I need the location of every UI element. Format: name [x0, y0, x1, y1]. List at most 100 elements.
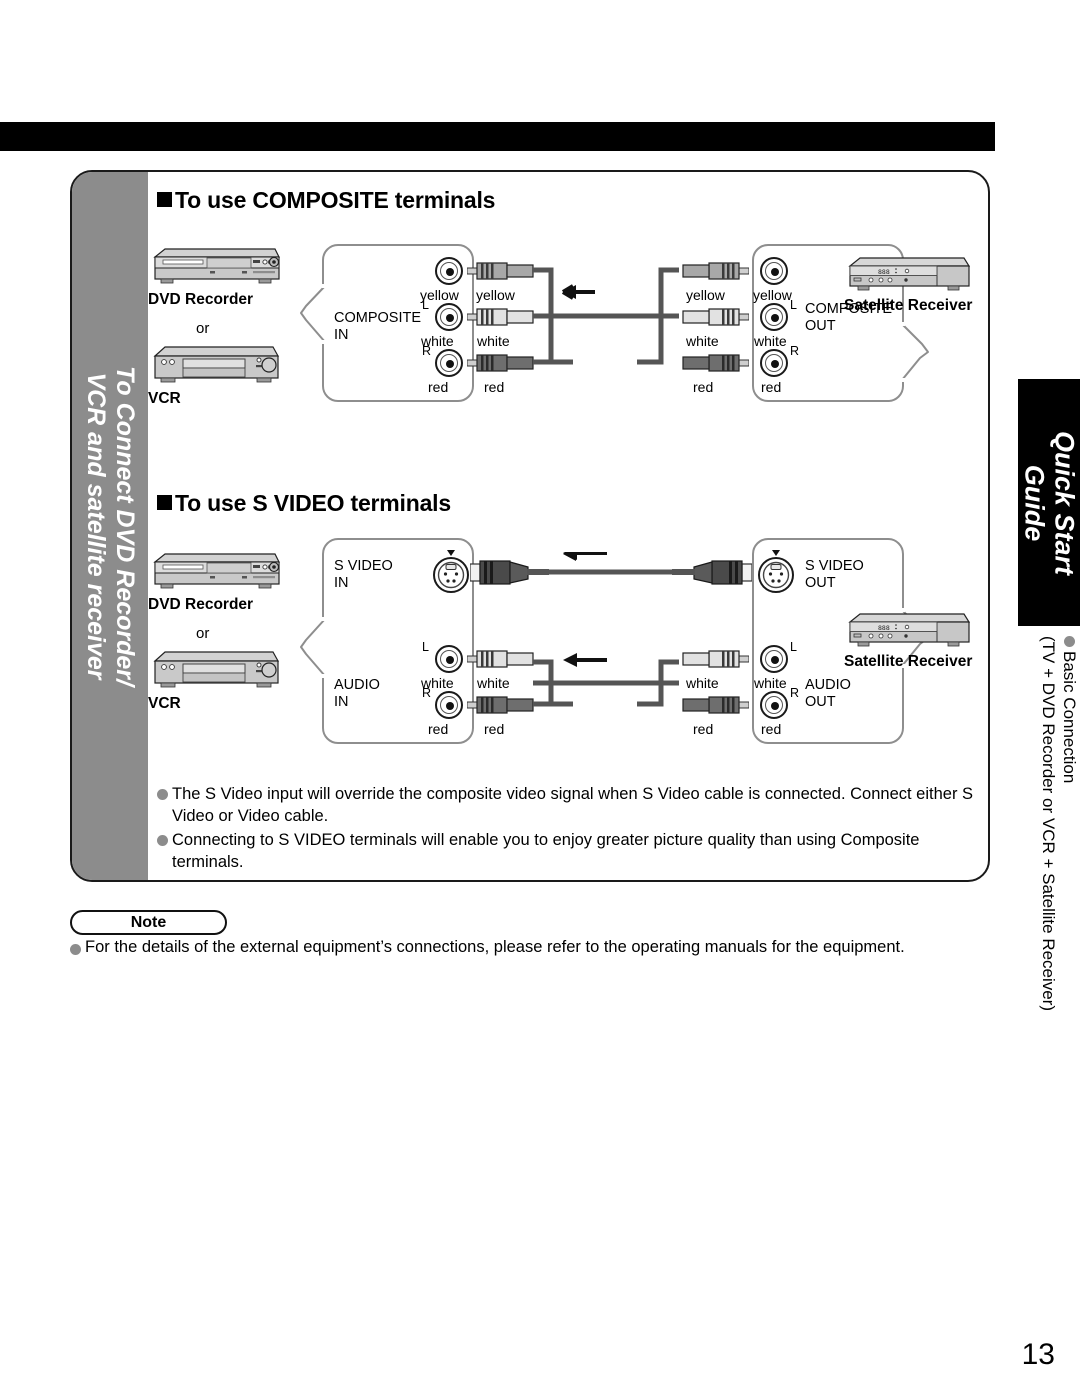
jack-lr-label-composite-out-left: L: [790, 298, 797, 312]
bullet-text-2: Connecting to S VIDEO terminals will ena…: [172, 830, 920, 871]
jack-composite-in-audio-r[interactable]: [435, 349, 463, 377]
jack-color-label-audio-out-l: white: [754, 675, 787, 691]
list-item: Connecting to S VIDEO terminals will ena…: [157, 830, 977, 874]
bullet-dot-icon: [1063, 636, 1075, 647]
chapter-side-tab: To Connect DVD Recorder/ VCR and satelli…: [72, 172, 148, 880]
plug-color-label-yellow-left-composite: yellow: [476, 287, 515, 303]
svg-text:888: 888: [878, 624, 890, 632]
jack-lr-label-audio-out-right: R: [790, 686, 800, 700]
balloon-label-composite-in: COMPOSITE IN: [334, 310, 421, 344]
jack-lr-label-audio-in-left: L: [422, 640, 429, 654]
rca-plug-white-right-svideo: [682, 650, 749, 668]
quick-start-tab-line2: Guide: [1020, 464, 1050, 541]
svideo-plug-right: [672, 560, 752, 585]
plug-color-label-white-left-composite: white: [477, 333, 510, 349]
square-bullet-icon-2: [157, 495, 172, 510]
jack-lr-label-composite-in-left: L: [422, 298, 429, 312]
balloon-label-composite-out-l2: OUT: [805, 318, 836, 335]
rca-plug-red-right-svideo: [682, 696, 749, 714]
jack-lr-label-audio-out-left: L: [790, 640, 797, 654]
jack-composite-out-audio-r[interactable]: [760, 349, 788, 377]
rca-plug-white-right-composite: [682, 308, 749, 326]
bullet-dot-icon: [157, 834, 168, 846]
balloon-label-svideo-in-l2: IN: [334, 575, 349, 592]
plug-color-label-yellow-right-composite: yellow: [686, 287, 725, 303]
note-title-badge: Note: [70, 910, 227, 935]
bullet-dot-icon: [157, 789, 168, 800]
svideo-jack-in[interactable]: [429, 550, 473, 596]
bullet-dot-icon: [70, 944, 81, 955]
plug-color-label-red-left-composite: red: [484, 379, 505, 395]
satellite-receiver-illustration-svideo: 888: [848, 613, 971, 647]
dvd-recorder-illustration: [153, 248, 280, 284]
balloon-label-audio-out-l2: OUT: [805, 694, 836, 711]
chapter-side-tab-text: To Connect DVD Recorder/ VCR and satelli…: [81, 366, 139, 686]
or-label-composite: or: [196, 320, 210, 337]
jack-audio-out-r[interactable]: [760, 691, 788, 719]
jack-composite-in-video[interactable]: [435, 257, 463, 285]
side-note-basic-connection: Basic Connection (TV + DVD Recorder or V…: [1006, 636, 1080, 1136]
balloon-label-svideo-in: S VIDEO IN: [334, 558, 393, 592]
section-heading-composite-text: To use COMPOSITE terminals: [175, 187, 496, 213]
balloon-pointer-composite-out: [900, 322, 929, 382]
jack-composite-out-audio-l[interactable]: [760, 303, 788, 331]
page-number: 13: [1021, 1338, 1055, 1371]
balloon-label-audio-in-l2: IN: [334, 694, 349, 711]
balloon-label-svideo-out-l2: OUT: [805, 575, 836, 592]
side-note-basic-connection-inner: Basic Connection (TV + DVD Recorder or V…: [1038, 636, 1080, 1136]
note-body: For the details of the external equipmen…: [70, 938, 990, 957]
device-label-dvd-recorder: DVD Recorder: [148, 291, 254, 308]
svideo-jack-out[interactable]: [754, 550, 798, 596]
balloon-label-audio-in-l1: AUDIO: [334, 677, 380, 693]
plug-color-label-red-left-svideo: red: [484, 721, 505, 737]
balloon-label-audio-in: AUDIO IN: [334, 677, 380, 711]
rca-plug-red-right-composite: [682, 354, 749, 372]
satellite-receiver-illustration-composite: 888: [848, 257, 971, 291]
quick-start-guide-tab-text: Quick Start Guide: [1019, 430, 1080, 575]
cable-bundle-composite: [533, 267, 679, 365]
balloon-label-svideo-out-l1: S VIDEO: [805, 558, 864, 574]
section-heading-composite: To use COMPOSITE terminals: [157, 187, 495, 214]
or-label-svideo: or: [196, 625, 210, 642]
note-text: For the details of the external equipmen…: [85, 938, 905, 956]
svg-text:888: 888: [878, 268, 890, 276]
side-note-line1: Basic Connection: [1060, 651, 1079, 784]
jack-color-label-composite-out-video: yellow: [753, 287, 792, 303]
balloon-label-audio-out: AUDIO OUT: [805, 677, 851, 711]
vcr-illustration: [153, 346, 280, 383]
jack-lr-label-composite-in-right: R: [422, 344, 432, 358]
side-note-line2: (TV + DVD Recorder or VCR + Satellite Re…: [1038, 636, 1058, 1012]
device-label-vcr: VCR: [148, 390, 181, 407]
plug-color-label-red-right-composite: red: [693, 379, 714, 395]
jack-lr-label-composite-out-right: R: [790, 344, 800, 358]
quick-start-guide-tab: Quick Start Guide: [1018, 379, 1080, 626]
bullet-text-1: The S Video input will override the comp…: [172, 785, 974, 825]
section-heading-svideo-text: To use S VIDEO terminals: [175, 490, 451, 516]
jack-color-label-audio-in-r: red: [428, 721, 449, 737]
balloon-label-svideo-in-l1: S VIDEO: [334, 558, 393, 574]
cable-bundle-svideo: [533, 552, 679, 707]
balloon-label-composite-in-l2: IN: [334, 327, 349, 344]
list-item: The S Video input will override the comp…: [157, 784, 977, 828]
main-content-panel: To Connect DVD Recorder/ VCR and satelli…: [70, 170, 990, 882]
dvd-recorder-illustration-svideo: [153, 553, 280, 589]
jack-composite-out-video[interactable]: [760, 257, 788, 285]
jack-audio-in-l[interactable]: [435, 645, 463, 673]
balloon-label-audio-out-l1: AUDIO: [805, 677, 851, 693]
jack-color-label-composite-out-l: white: [754, 333, 787, 349]
quick-start-tab-line1: Quick Start: [1049, 430, 1080, 575]
top-black-bar: [0, 122, 995, 151]
balloon-pointer-svideo-in: [300, 617, 326, 678]
device-label-dvd-recorder-svideo: DVD Recorder: [148, 596, 254, 613]
side-note-line1-row: Basic Connection: [1059, 636, 1080, 1136]
balloon-label-composite-in-l1: COMPOSITE: [334, 310, 422, 326]
jack-color-label-composite-out-r: red: [761, 379, 782, 395]
device-label-vcr-svideo: VCR: [148, 695, 181, 712]
device-label-satellite-receiver-svideo: Satellite Receiver: [844, 653, 973, 670]
jack-audio-out-l[interactable]: [760, 645, 788, 673]
jack-color-label-audio-out-r: red: [761, 721, 782, 737]
rca-plug-yellow-right-composite: [682, 262, 749, 280]
jack-composite-in-audio-l[interactable]: [435, 303, 463, 331]
section-heading-svideo: To use S VIDEO terminals: [157, 490, 451, 517]
jack-audio-in-r[interactable]: [435, 691, 463, 719]
